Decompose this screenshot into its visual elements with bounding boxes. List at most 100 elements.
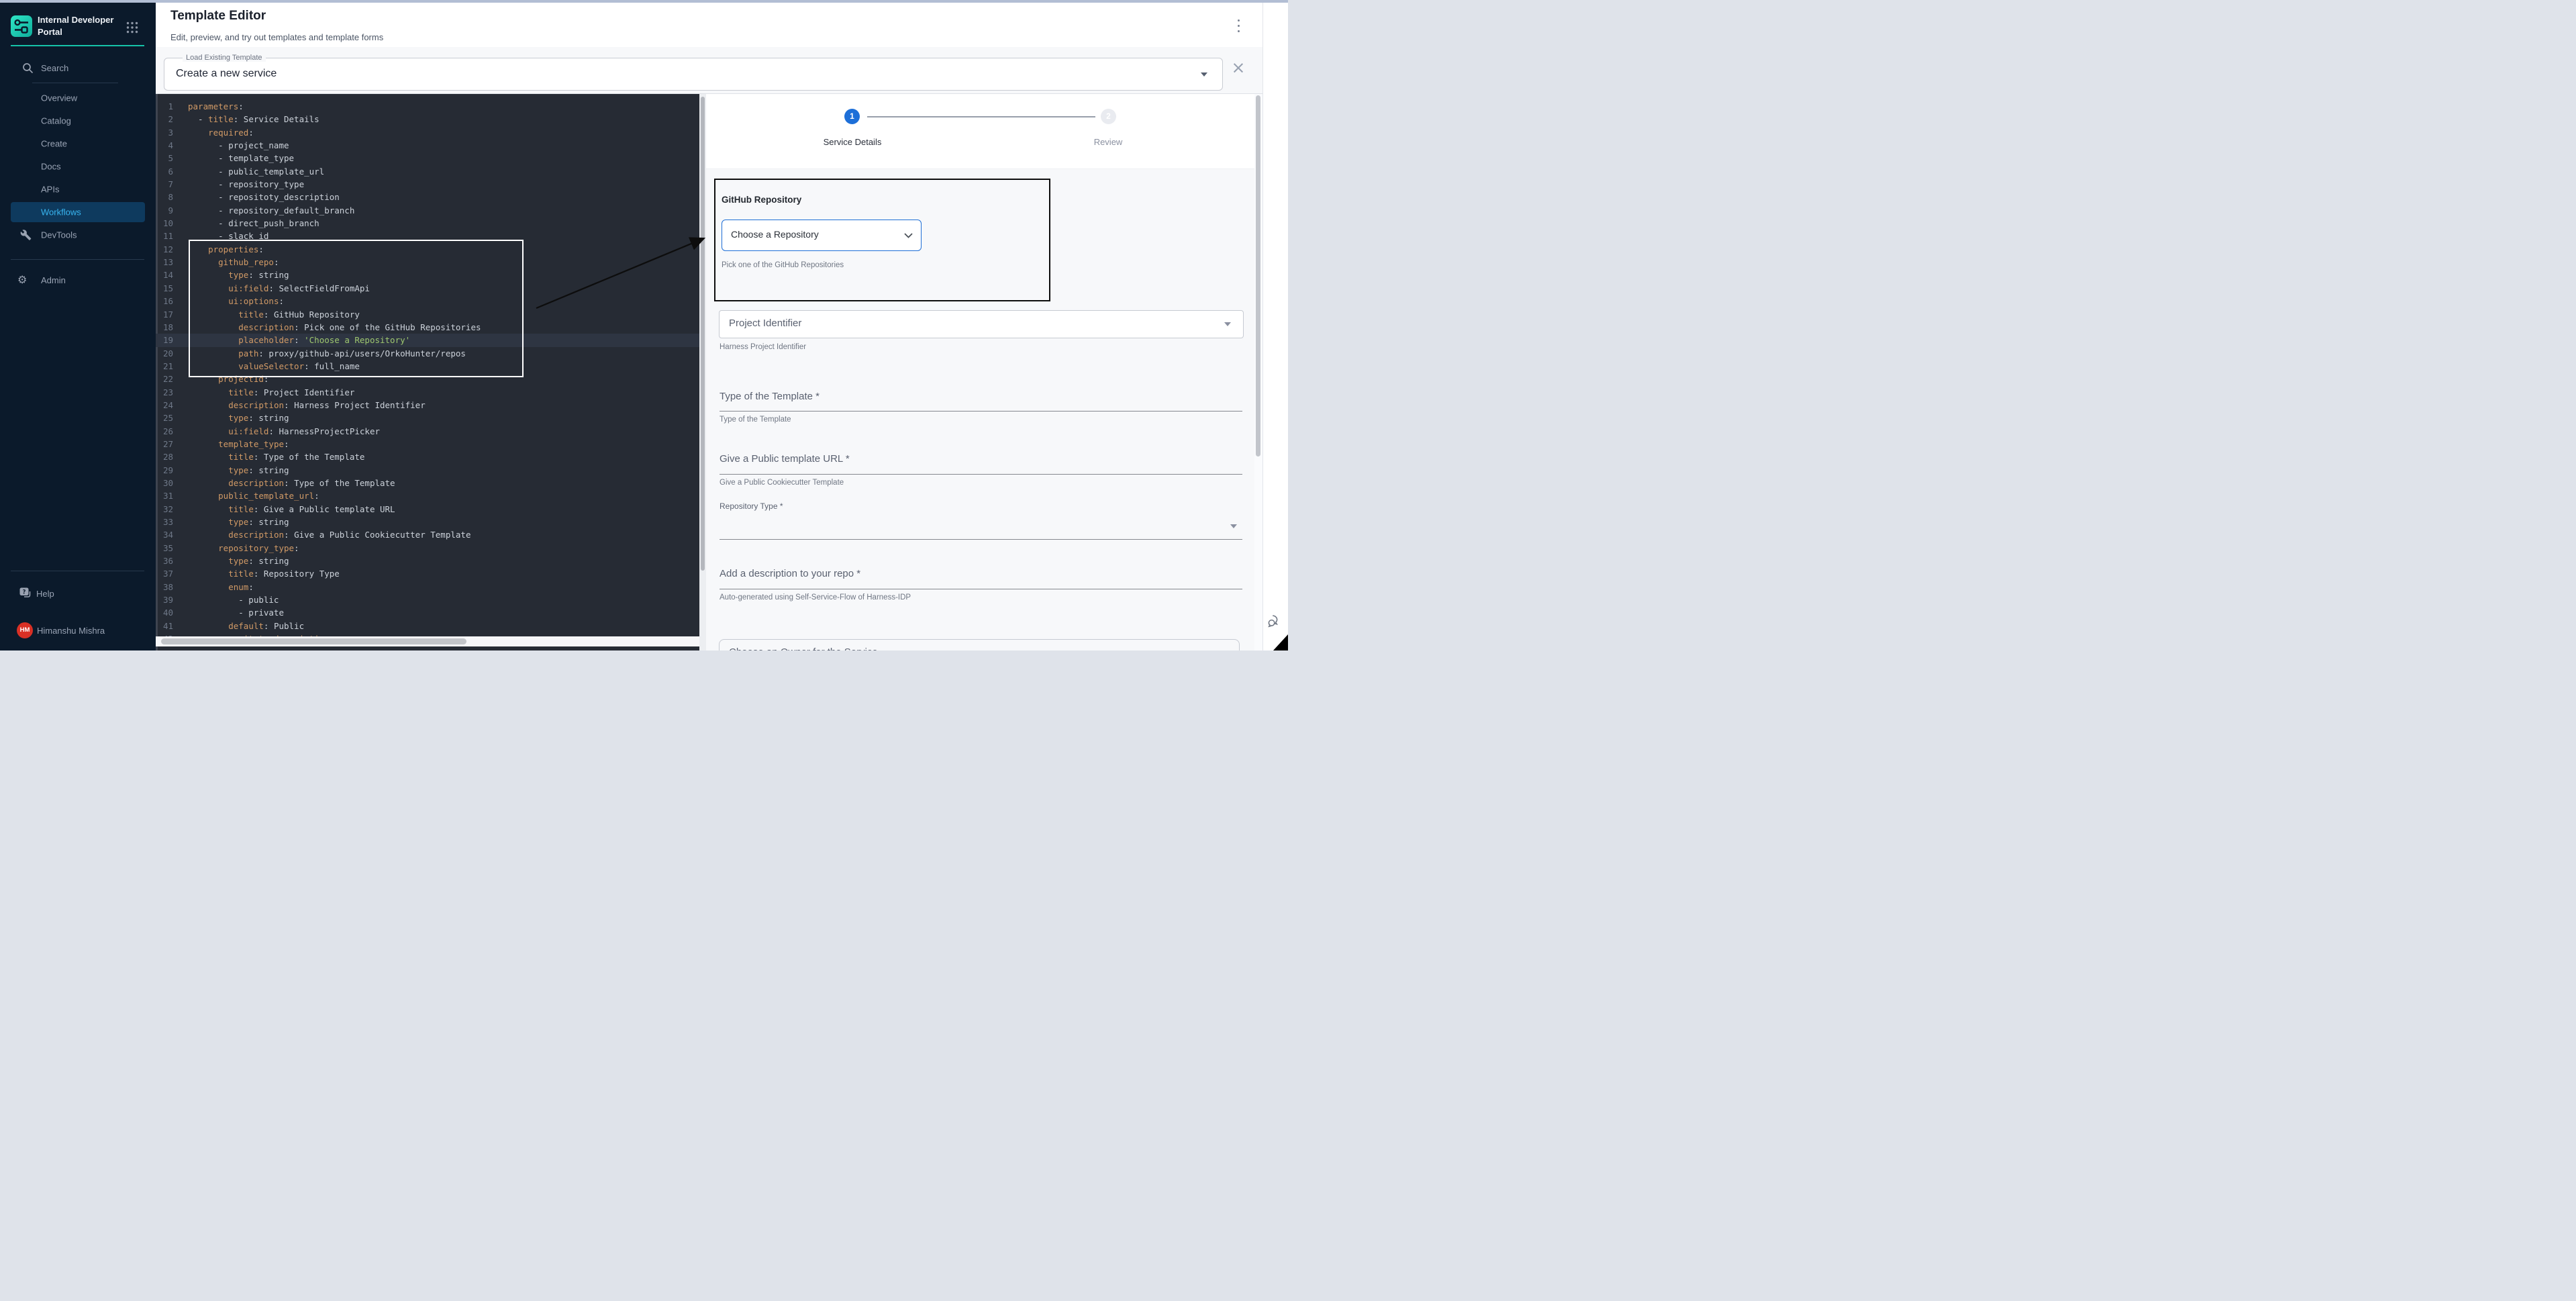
code-line-27: 27 template_type:: [156, 438, 706, 450]
editor-vertical-scrollbar[interactable]: [699, 94, 706, 650]
code-line-21: 21 valueSelector: full_name: [156, 360, 706, 373]
line-number: 39: [156, 593, 173, 606]
template-type-label: Type of the Template *: [720, 391, 820, 402]
sidebar-item-label: Docs: [41, 162, 61, 172]
code-line-26: 26 ui:field: HarnessProjectPicker: [156, 425, 706, 438]
sidebar-item-label: Create: [41, 139, 67, 149]
line-number: 26: [156, 425, 173, 438]
sidebar-item-label: Overview: [41, 93, 77, 103]
line-number: 28: [156, 450, 173, 463]
code-line-8: 8 - repositoty_description: [156, 191, 706, 203]
line-number: 30: [156, 477, 173, 489]
scrollbar-thumb[interactable]: [701, 97, 705, 571]
form-vertical-scrollbar[interactable]: [1254, 94, 1262, 650]
code-line-39: 39 - public: [156, 593, 706, 606]
chat-bubbles-icon[interactable]: [1267, 613, 1282, 628]
step-2-circle[interactable]: 2: [1101, 109, 1116, 124]
template-form-panel: 1 2 Service Details Review GitHub Reposi…: [706, 94, 1254, 650]
sidebar-item-label: Workflows: [41, 207, 81, 218]
code-text: type: string: [188, 269, 289, 281]
scrollbar-thumb[interactable]: [1256, 95, 1260, 456]
sidebar-item-create[interactable]: Create: [11, 132, 145, 155]
load-template-select[interactable]: Load Existing Template Create a new serv…: [164, 58, 1223, 91]
code-line-24: 24 description: Harness Project Identifi…: [156, 399, 706, 412]
user-menu[interactable]: HM Himanshu Mishra: [0, 622, 156, 642]
github-repository-select[interactable]: Choose a Repository: [722, 220, 922, 251]
code-line-40: 40 - private: [156, 606, 706, 619]
sidebar-item-overview[interactable]: Overview: [11, 87, 145, 109]
repo-description-label: Add a description to your repo *: [720, 568, 860, 579]
code-text: - slack_id: [188, 230, 268, 242]
code-line-7: 7 - repository_type: [156, 178, 706, 191]
sidebar-item-search[interactable]: Search: [0, 60, 156, 77]
project-identifier-select[interactable]: Project Identifier: [719, 310, 1244, 338]
code-text: - repository_default_branch: [188, 204, 354, 217]
editor-horizontal-scrollbar[interactable]: [156, 636, 699, 646]
sidebar-item-catalog[interactable]: Catalog: [11, 109, 145, 132]
line-number: 38: [156, 581, 173, 593]
sidebar-item-admin[interactable]: ⚙ Admin: [11, 269, 145, 292]
owner-select-label: Choose an Owner for the Service: [729, 646, 878, 650]
code-line-20: 20 path: proxy/github-api/users/OrkoHunt…: [156, 347, 706, 360]
line-number: 6: [156, 165, 173, 178]
public-url-input[interactable]: [720, 474, 1242, 475]
line-number: 31: [156, 489, 173, 502]
sidebar-item-docs[interactable]: Docs: [11, 155, 145, 178]
code-text: - public: [188, 593, 279, 606]
code-text: description: Pick one of the GitHub Repo…: [188, 321, 481, 334]
sidebar-item-label: Admin: [41, 275, 66, 285]
yaml-code-editor[interactable]: 1 parameters:2 - title: Service Details3 …: [156, 94, 706, 650]
close-icon[interactable]: ×: [1228, 55, 1248, 81]
code-text: title: Repository Type: [188, 567, 340, 580]
code-lines: 1 parameters:2 - title: Service Details3 …: [156, 100, 706, 645]
sidebar-item-label: DevTools: [41, 230, 77, 240]
project-identifier-value: Project Identifier: [729, 318, 801, 329]
line-number: 35: [156, 542, 173, 555]
app-grid-icon[interactable]: [126, 21, 138, 34]
code-text: - direct_push_branch: [188, 217, 319, 230]
sidebar-item-workflows[interactable]: Workflows: [11, 202, 145, 222]
code-line-16: 16 ui:options:: [156, 295, 706, 307]
line-number: 41: [156, 620, 173, 632]
line-number: 14: [156, 269, 173, 281]
sidebar-item-apis[interactable]: APIs: [11, 178, 145, 201]
code-text: template_type:: [188, 438, 289, 450]
code-line-9: 9 - repository_default_branch: [156, 204, 706, 217]
code-line-12: 12 properties:: [156, 243, 706, 256]
github-repository-helper: Pick one of the GitHub Repositories: [722, 261, 844, 269]
code-text: parameters:: [188, 100, 244, 113]
code-text: description: Harness Project Identifier: [188, 399, 426, 412]
code-line-34: 34 description: Give a Public Cookiecutt…: [156, 528, 706, 541]
code-line-10: 10 - direct_push_branch: [156, 217, 706, 230]
scrollbar-thumb[interactable]: [161, 638, 466, 644]
line-number: 25: [156, 412, 173, 424]
load-template-bar: Load Existing Template Create a new serv…: [156, 47, 1262, 94]
code-line-6: 6 - public_template_url: [156, 165, 706, 178]
step-1-circle[interactable]: 1: [844, 109, 860, 124]
load-template-value: Create a new service: [176, 68, 277, 80]
code-line-5: 5 - template_type: [156, 152, 706, 164]
template-type-input[interactable]: [720, 411, 1242, 412]
code-line-31: 31 public_template_url:: [156, 489, 706, 502]
line-number: 2: [156, 113, 173, 126]
template-type-helper: Type of the Template: [720, 416, 791, 424]
project-identifier-helper: Harness Project Identifier: [720, 343, 806, 351]
sidebar-item-help[interactable]: ? Help: [0, 585, 156, 603]
code-line-23: 23 title: Project Identifier: [156, 386, 706, 399]
code-line-3: 3 required:: [156, 126, 706, 139]
repository-type-select[interactable]: [720, 539, 1242, 540]
avatar: HM: [17, 622, 33, 638]
code-text: - repository_type: [188, 178, 304, 191]
code-line-2: 2 - title: Service Details: [156, 113, 706, 126]
code-text: properties:: [188, 243, 264, 256]
code-text: projectId:: [188, 373, 268, 385]
line-number: 1: [156, 100, 173, 113]
sidebar-item-devtools[interactable]: DevTools: [11, 224, 145, 246]
line-number: 29: [156, 464, 173, 477]
line-number: 19: [156, 334, 173, 346]
owner-select[interactable]: Choose an Owner for the Service: [719, 639, 1240, 650]
load-template-label: Load Existing Template: [183, 54, 266, 62]
kebab-menu-icon[interactable]: [1234, 19, 1244, 34]
line-number: 9: [156, 204, 173, 217]
github-repository-value: Choose a Repository: [731, 229, 819, 240]
